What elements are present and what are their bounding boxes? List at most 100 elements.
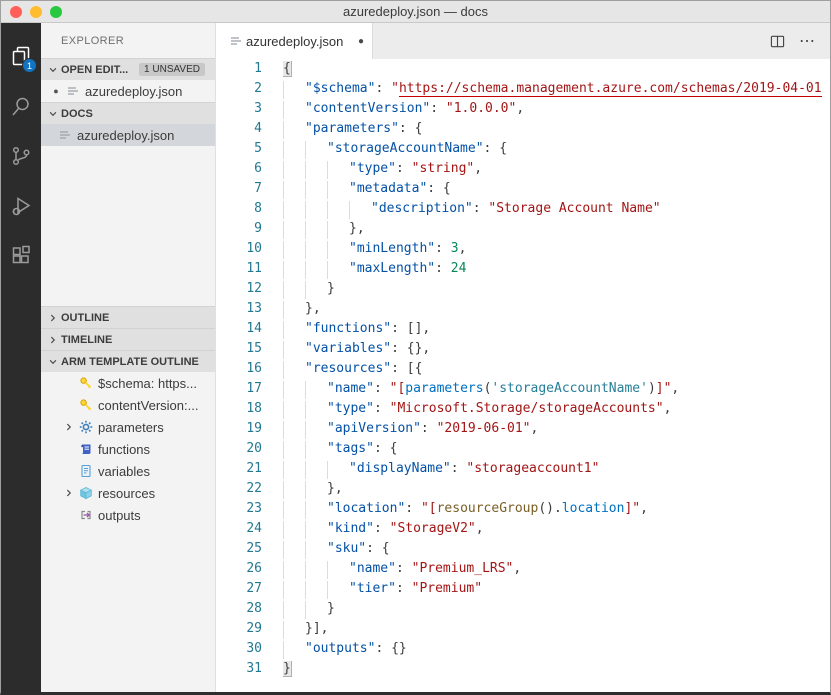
files-icon[interactable]: 1 bbox=[1, 31, 41, 81]
code-line[interactable]: 6"type": "string", bbox=[216, 161, 830, 181]
line-number[interactable]: 30 bbox=[216, 641, 262, 661]
line-number[interactable]: 28 bbox=[216, 601, 262, 621]
arm-outline-item-outputs[interactable]: outputs bbox=[41, 504, 215, 526]
code-line[interactable]: 19"apiVersion": "2019-06-01", bbox=[216, 421, 830, 441]
code-line[interactable]: 21"displayName": "storageaccount1" bbox=[216, 461, 830, 481]
line-number[interactable]: 18 bbox=[216, 401, 262, 421]
line-number[interactable]: 7 bbox=[216, 181, 262, 201]
line-number[interactable]: 29 bbox=[216, 621, 262, 641]
token-s: "Premium" bbox=[412, 581, 482, 596]
arm-outline-item-resources[interactable]: resources bbox=[41, 482, 215, 504]
line-number[interactable]: 13 bbox=[216, 301, 262, 321]
token-p: } bbox=[327, 281, 335, 296]
code-line[interactable]: 29}], bbox=[216, 621, 830, 641]
code-line[interactable]: 3"contentVersion": "1.0.0.0", bbox=[216, 101, 830, 121]
line-number[interactable]: 15 bbox=[216, 341, 262, 361]
folder-docs-header[interactable]: DOCS bbox=[41, 102, 215, 124]
outline-header[interactable]: OUTLINE bbox=[41, 306, 215, 328]
line-number[interactable]: 11 bbox=[216, 261, 262, 281]
code-line[interactable]: 2"$schema": "https://schema.management.a… bbox=[216, 81, 830, 101]
arm-outline-item-contentversion-[interactable]: contentVersion:... bbox=[41, 394, 215, 416]
line-number[interactable]: 1 bbox=[216, 61, 262, 81]
code-line[interactable]: 30"outputs": {} bbox=[216, 641, 830, 661]
line-number[interactable]: 12 bbox=[216, 281, 262, 301]
line-number[interactable]: 9 bbox=[216, 221, 262, 241]
code-line[interactable]: 15"variables": {}, bbox=[216, 341, 830, 361]
code-line[interactable]: 23"location": "[resourceGroup().location… bbox=[216, 501, 830, 521]
code-line-content: "storageAccountName": { bbox=[283, 141, 830, 161]
code-line[interactable]: 27"tier": "Premium" bbox=[216, 581, 830, 601]
code-line[interactable]: 13}, bbox=[216, 301, 830, 321]
line-number[interactable]: 2 bbox=[216, 81, 262, 101]
code-line[interactable]: 11"maxLength": 24 bbox=[216, 261, 830, 281]
code-line[interactable]: 10"minLength": 3, bbox=[216, 241, 830, 261]
indent-guide bbox=[305, 521, 327, 539]
line-number[interactable]: 31 bbox=[216, 661, 262, 681]
code-line[interactable]: 18"type": "Microsoft.Storage/storageAcco… bbox=[216, 401, 830, 421]
code-line[interactable]: 22}, bbox=[216, 481, 830, 501]
source-control-icon[interactable] bbox=[1, 131, 41, 181]
indent-guide bbox=[327, 241, 349, 259]
line-number[interactable]: 27 bbox=[216, 581, 262, 601]
code-line[interactable]: 14"functions": [], bbox=[216, 321, 830, 341]
line-number[interactable]: 19 bbox=[216, 421, 262, 441]
code-line[interactable]: 25"sku": { bbox=[216, 541, 830, 561]
code-line[interactable]: 24"kind": "StorageV2", bbox=[216, 521, 830, 541]
arm-outline-item-functions[interactable]: functions bbox=[41, 438, 215, 460]
more-actions-button[interactable]: ⋯ bbox=[799, 31, 816, 51]
arm-template-outline-header[interactable]: ARM TEMPLATE OUTLINE bbox=[41, 350, 215, 372]
token-p: }, bbox=[305, 301, 321, 316]
run-debug-icon[interactable] bbox=[1, 181, 41, 231]
indent-guide bbox=[283, 581, 305, 599]
open-editors-header[interactable]: OPEN EDIT... 1 UNSAVED bbox=[41, 58, 215, 80]
code-line[interactable]: 28} bbox=[216, 601, 830, 621]
line-number[interactable]: 21 bbox=[216, 461, 262, 481]
timeline-header[interactable]: TIMELINE bbox=[41, 328, 215, 350]
search-icon[interactable] bbox=[1, 81, 41, 131]
token-p: , bbox=[459, 241, 467, 256]
token-p: }, bbox=[327, 481, 343, 496]
code-line[interactable]: 8"description": "Storage Account Name" bbox=[216, 201, 830, 221]
code-line[interactable]: 7"metadata": { bbox=[216, 181, 830, 201]
arm-outline-item-variables[interactable]: variables bbox=[41, 460, 215, 482]
chevron-down-icon bbox=[45, 65, 61, 75]
line-number[interactable]: 4 bbox=[216, 121, 262, 141]
line-number[interactable]: 26 bbox=[216, 561, 262, 581]
line-number[interactable]: 5 bbox=[216, 141, 262, 161]
code-line[interactable]: 17"name": "[parameters('storageAccountNa… bbox=[216, 381, 830, 401]
token-u: https://schema.management.azure.com/sche… bbox=[399, 81, 822, 97]
indent-guide bbox=[283, 621, 305, 639]
code-line[interactable]: 9}, bbox=[216, 221, 830, 241]
line-number[interactable]: 14 bbox=[216, 321, 262, 341]
line-number[interactable]: 6 bbox=[216, 161, 262, 181]
tab-azuredeploy-json[interactable]: azuredeploy.json ● bbox=[216, 23, 373, 59]
file-item-azuredeploy.json[interactable]: ●azuredeploy.json bbox=[41, 80, 215, 102]
code-line[interactable]: 12} bbox=[216, 281, 830, 301]
arm-outline-item-parameters[interactable]: parameters bbox=[41, 416, 215, 438]
split-editor-button[interactable] bbox=[770, 34, 785, 49]
code-editor[interactable]: 1{2"$schema": "https://schema.management… bbox=[216, 59, 830, 692]
line-number[interactable]: 22 bbox=[216, 481, 262, 501]
line-number[interactable]: 24 bbox=[216, 521, 262, 541]
code-line[interactable]: 5 "storageAccountName": { bbox=[216, 141, 830, 161]
line-number[interactable]: 23 bbox=[216, 501, 262, 521]
arm-outline-item-$schema-https-[interactable]: $schema: https... bbox=[41, 372, 215, 394]
code-line[interactable]: 20"tags": { bbox=[216, 441, 830, 461]
modified-dot-icon[interactable]: ● bbox=[358, 36, 364, 47]
line-number[interactable]: 8 bbox=[216, 201, 262, 221]
code-line[interactable]: 31} bbox=[216, 661, 830, 681]
line-number[interactable]: 3 bbox=[216, 101, 262, 121]
line-number[interactable]: 16 bbox=[216, 361, 262, 381]
line-number[interactable]: 10 bbox=[216, 241, 262, 261]
code-line[interactable]: 16"resources": [{ bbox=[216, 361, 830, 381]
line-number[interactable]: 25 bbox=[216, 541, 262, 561]
code-line[interactable]: 26"name": "Premium_LRS", bbox=[216, 561, 830, 581]
line-number[interactable]: 17 bbox=[216, 381, 262, 401]
line-number[interactable]: 20 bbox=[216, 441, 262, 461]
token-k: "location" bbox=[327, 501, 405, 516]
extensions-icon[interactable] bbox=[1, 231, 41, 281]
file-item-azuredeploy.json[interactable]: azuredeploy.json bbox=[41, 124, 215, 146]
code-line[interactable]: 1{ bbox=[216, 61, 830, 81]
code-line[interactable]: 4"parameters": { bbox=[216, 121, 830, 141]
file-icon bbox=[65, 85, 81, 97]
